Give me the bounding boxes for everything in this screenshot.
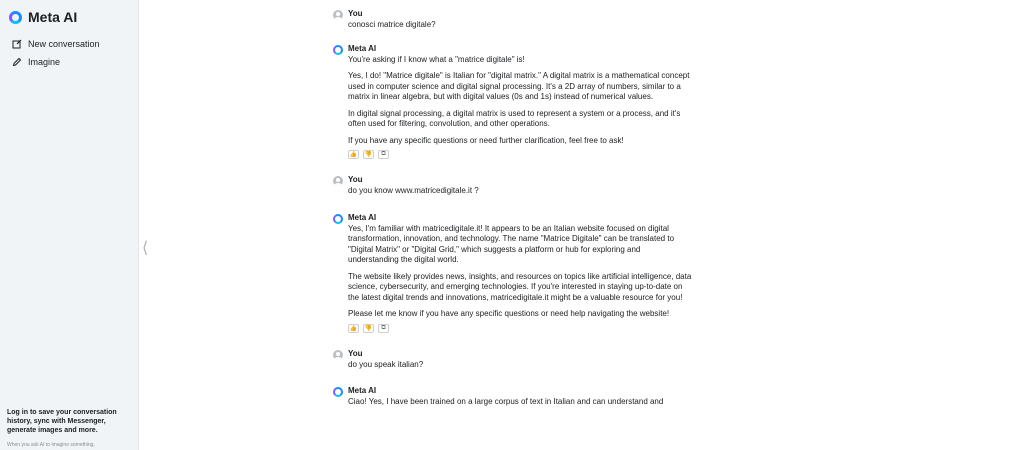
thumbs-down-icon[interactable]: 👎	[363, 150, 374, 159]
new-conversation-button[interactable]: New conversation	[12, 39, 100, 49]
thumbs-up-icon[interactable]: 👍	[348, 150, 359, 159]
message-paragraph: The website likely provides news, insigh…	[348, 271, 692, 302]
pencil-icon	[12, 57, 22, 67]
message-text: do you know www.matricedigitale.it ?	[348, 186, 479, 195]
message-user: You do you speak italian?	[333, 349, 693, 371]
user-avatar-icon	[333, 349, 343, 360]
message-author: Meta AI	[348, 386, 377, 395]
sidebar: Meta AI New conversation Imagine Log in …	[0, 0, 139, 450]
message-paragraph: You're asking if I know what a "matrice …	[348, 54, 525, 64]
copy-icon[interactable]: ⧉	[378, 323, 389, 333]
thumbs-down-icon[interactable]: 👎	[363, 323, 374, 333]
message-paragraph: In digital signal processing, a digital …	[348, 108, 681, 129]
message-author: Meta AI	[348, 212, 377, 222]
message-actions: 👍 👎 ⧉	[348, 323, 693, 333]
message-text: do you speak italian?	[348, 359, 424, 369]
message-ai: Meta AI You're asking if I know what a "…	[333, 43, 693, 159]
copy-icon[interactable]: ⧉	[378, 150, 389, 159]
thumbs-up-icon[interactable]: 👍	[348, 323, 359, 333]
collapse-sidebar-icon[interactable]: ⟨	[142, 238, 148, 258]
new-conversation-label: New conversation	[28, 39, 100, 49]
message-author: You	[348, 175, 363, 184]
message-author: You	[348, 348, 363, 358]
message-text: conosci matrice digitale?	[348, 20, 436, 29]
message-paragraph: Please let me know if you have any speci…	[348, 309, 670, 318]
meta-ai-avatar-icon	[333, 44, 343, 55]
message-author: Meta AI	[348, 43, 377, 53]
chat-thread: You conosci matrice digitale? Meta AI Yo…	[333, 9, 693, 408]
message-paragraph: Yes, I'm familiar with matricedigitale.i…	[348, 223, 675, 265]
edit-icon	[12, 39, 22, 49]
message-paragraph: Ciao! Yes, I have been trained on a larg…	[348, 397, 664, 406]
user-avatar-icon	[333, 10, 343, 20]
meta-ai-logo-icon	[9, 10, 22, 24]
message-paragraph: Yes, I do! "Matrice digitale" is Italian…	[348, 71, 690, 101]
message-user: You do you know www.matricedigitale.it ?	[333, 175, 693, 197]
imagine-button[interactable]: Imagine	[12, 57, 60, 67]
meta-ai-avatar-icon	[333, 213, 343, 224]
message-user: You conosci matrice digitale?	[333, 9, 693, 31]
app-name: Meta AI	[28, 9, 78, 25]
message-actions: 👍 👎 ⧉	[348, 150, 693, 159]
message-paragraph: If you have any specific questions or ne…	[348, 135, 624, 145]
message-ai: Meta AI Ciao! Yes, I have been trained o…	[333, 386, 693, 408]
user-avatar-icon	[333, 176, 343, 186]
message-author: You	[348, 9, 363, 18]
login-subtext: When you ask AI to imagine something,	[7, 442, 95, 448]
meta-ai-avatar-icon	[333, 387, 343, 397]
login-prompt: Log in to save your conversation history…	[7, 409, 117, 434]
message-ai: Meta AI Yes, I'm familiar with matricedi…	[333, 213, 693, 333]
brand[interactable]: Meta AI	[9, 9, 77, 25]
imagine-label: Imagine	[28, 57, 61, 67]
